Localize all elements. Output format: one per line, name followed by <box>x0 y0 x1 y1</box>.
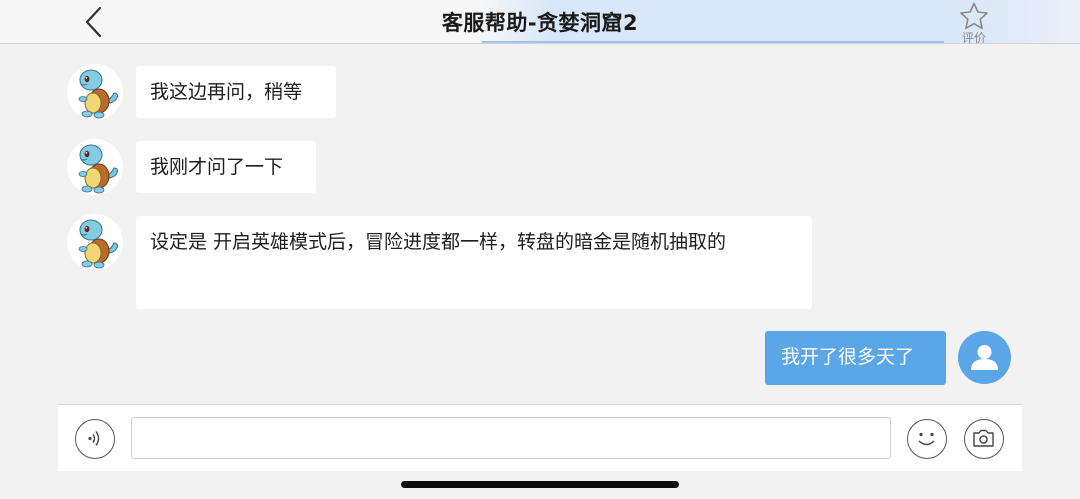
message-bubble-support: 设定是 开启英雄模式后，冒险进度都一样，转盘的暗金是随机抽取的 <box>136 216 812 309</box>
message-input[interactable] <box>131 417 891 459</box>
squirtle-avatar[interactable] <box>66 213 124 271</box>
smiley-icon <box>918 432 935 446</box>
user-avatar[interactable] <box>958 331 1011 384</box>
home-indicator <box>401 481 679 488</box>
camera-icon <box>973 429 994 447</box>
squirtle-avatar[interactable] <box>66 63 124 121</box>
voice-icon <box>88 431 100 446</box>
rate-label: 评价 <box>961 31 986 45</box>
camera-button[interactable] <box>964 419 1004 459</box>
user-icon <box>971 345 998 370</box>
rate-button[interactable]: 评价 <box>954 2 994 45</box>
voice-button[interactable] <box>75 419 115 459</box>
message-bubble-support: 我刚才问了一下 <box>136 141 316 193</box>
header-underline <box>482 41 944 43</box>
page-title: 客服帮助-贪婪洞窟2 <box>441 11 639 35</box>
top-nav-bar: 客服帮助-贪婪洞窟2 评价 <box>0 0 1080 45</box>
star-outline-icon <box>960 2 988 30</box>
emoji-button[interactable] <box>907 419 947 459</box>
message-bubble-support: 我这边再问，稍等 <box>136 66 336 118</box>
chat-input-bar <box>58 404 1022 471</box>
squirtle-avatar[interactable] <box>66 138 124 196</box>
message-bubble-user: 我开了很多天了 <box>765 331 946 385</box>
